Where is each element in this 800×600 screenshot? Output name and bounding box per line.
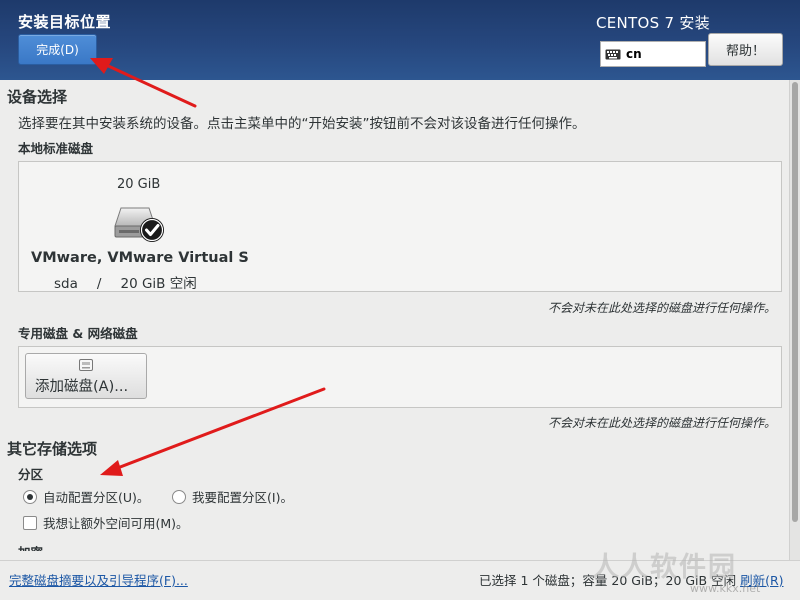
- keyboard-icon: [605, 49, 621, 59]
- encryption-heading: 加密: [18, 542, 43, 551]
- auto-partition-option[interactable]: 自动配置分区(U)。: [23, 487, 149, 506]
- product-title: CENTOS 7 安装: [595, 14, 710, 32]
- disk-tile-sda[interactable]: 20 GiB VMware, VMware Virtual S sda / 20…: [29, 168, 249, 292]
- page-title: 安装目标位置: [18, 13, 112, 31]
- partitioning-heading: 分区: [18, 467, 44, 482]
- content-scrollbar[interactable]: [789, 80, 800, 570]
- special-disk-note: 不会对未在此处选择的磁盘进行任何操作。: [547, 416, 776, 430]
- add-disk-button[interactable]: 添加磁盘(A)...: [25, 353, 147, 399]
- disk-size: 20 GiB: [117, 177, 161, 192]
- watermark-url: www.kkx.net: [690, 582, 761, 595]
- device-selection-heading: 设备选择: [7, 88, 68, 106]
- extra-space-option[interactable]: 我想让额外空间可用(M)。: [23, 513, 189, 532]
- device-selection-description: 选择要在其中安装系统的设备。点击主菜单中的“开始安装”按钮前不会对该设备进行任何…: [18, 116, 586, 132]
- add-disk-label: 添加磁盘(A)...: [35, 379, 129, 395]
- disk-info: sda / 20 GiB 空闲: [54, 272, 197, 292]
- extra-space-checkbox[interactable]: [23, 515, 37, 530]
- other-storage-heading: 其它存储选项: [7, 440, 98, 458]
- auto-partition-radio[interactable]: [23, 489, 37, 504]
- manual-partition-radio[interactable]: [172, 489, 186, 504]
- manual-partition-option[interactable]: 我要配置分区(I)。: [172, 487, 293, 506]
- main-content: 设备选择 选择要在其中安装系统的设备。点击主菜单中的“开始安装”按钮前不会对该设…: [0, 80, 800, 570]
- special-disks-heading: 专用磁盘 & 网络磁盘: [18, 326, 138, 341]
- watermark-logo: 人人软件园: [592, 552, 737, 583]
- harddisk-checked-icon: [113, 204, 165, 246]
- disk-free: 20 GiB 空闲: [120, 276, 197, 292]
- local-disks-heading: 本地标准磁盘: [18, 141, 94, 156]
- manual-partition-label: 我要配置分区(I)。: [192, 490, 293, 505]
- disk-info-separator: /: [96, 276, 102, 292]
- done-button[interactable]: 完成(D): [18, 34, 97, 65]
- scrollbar-thumb[interactable]: [792, 82, 798, 522]
- full-disk-summary-link[interactable]: 完整磁盘摘要以及引导程序(F)...: [9, 570, 188, 589]
- extra-space-label: 我想让额外空间可用(M)。: [43, 516, 189, 531]
- header-bar: 安装目标位置 完成(D) CENTOS 7 安装 cn 帮助！: [0, 0, 800, 80]
- disk-icon: [79, 359, 93, 371]
- auto-partition-label: 自动配置分区(U)。: [43, 490, 150, 505]
- special-disks-panel: 添加磁盘(A)...: [18, 346, 782, 408]
- disk-name: VMware, VMware Virtual S: [31, 250, 249, 266]
- unselected-disk-note: 不会对未在此处选择的磁盘进行任何操作。: [547, 301, 776, 315]
- local-disks-panel: 20 GiB VMware, VMware Virtual S sda / 20…: [18, 161, 782, 292]
- keyboard-layout-indicator[interactable]: cn: [600, 41, 706, 67]
- keyboard-layout-label: cn: [626, 47, 642, 61]
- help-button[interactable]: 帮助！: [708, 33, 783, 66]
- disk-device: sda: [54, 276, 78, 292]
